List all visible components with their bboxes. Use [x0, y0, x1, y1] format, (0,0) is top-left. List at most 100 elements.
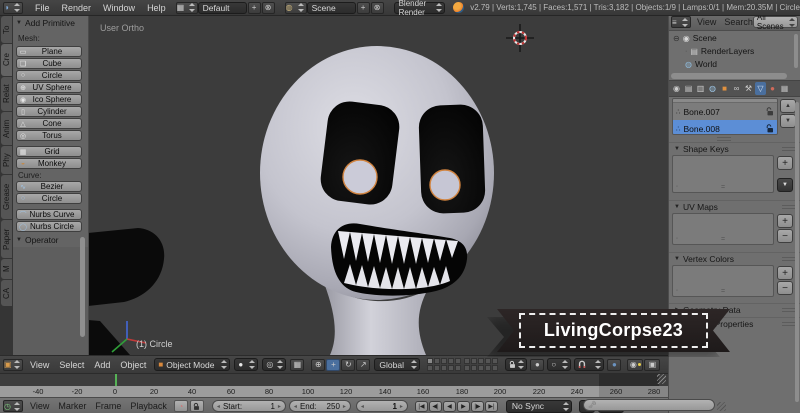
add-cone-button[interactable]: △ Cone — [16, 118, 82, 129]
menu-render[interactable]: Render — [62, 3, 92, 13]
add-layout-button[interactable]: + — [247, 1, 261, 14]
outliner-item-scene[interactable]: ⊖ ◉ Scene — [673, 33, 717, 43]
frame-end-field[interactable]: ◂ End: 250 ▸ — [288, 400, 351, 412]
right-eyeball-selected[interactable] — [429, 169, 461, 201]
snap-element-toggle[interactable]: ● — [607, 358, 622, 371]
menu-view[interactable]: View — [697, 17, 716, 27]
vertex-colors-list[interactable]: ◦ = — [672, 265, 774, 297]
scale-manipulator-button[interactable]: ↗ — [356, 358, 371, 371]
timeline-frame-ruler[interactable]: -40 -20 0 20 40 60 80 100 120 140 160 18… — [0, 386, 668, 397]
vertex-groups-list[interactable]: ∴ Bone.007 ∴ Bone.008 — [672, 98, 778, 135]
menu-object[interactable]: Object — [120, 360, 146, 370]
tab-m[interactable]: M — [1, 259, 12, 279]
jump-next-keyframe-button[interactable]: |▶ — [470, 400, 484, 412]
left-eyeball-selected[interactable] — [342, 159, 378, 195]
interaction-mode-select[interactable]: ■ Object Mode — [154, 358, 231, 371]
add-cylinder-button[interactable]: ▯ Cylinder — [16, 106, 82, 117]
jump-to-end-button[interactable]: ▶| — [484, 400, 498, 412]
tab-ca[interactable]: CA — [1, 280, 12, 306]
tab-scene[interactable]: ▥ — [695, 82, 706, 95]
tab-create[interactable]: Cre — [1, 44, 12, 76]
remove-vertex-color-button[interactable]: − — [777, 281, 793, 295]
vertex-group-row[interactable]: ∴ Bone.007 — [673, 103, 777, 120]
remove-uv-map-button[interactable]: − — [777, 229, 793, 243]
lock-to-scene-toggle[interactable] — [505, 358, 528, 371]
active-keying-set-field[interactable]: 🗝︎ — [583, 399, 715, 411]
add-nurbs-curve-button[interactable]: ⌒ Nurbs Curve — [16, 209, 82, 220]
timeline-corner-grip[interactable] — [657, 373, 666, 384]
outliner-display-filter-select[interactable]: All Scenes — [752, 13, 798, 31]
character-head[interactable] — [260, 46, 494, 355]
tab-paper[interactable]: Paper — [1, 220, 12, 258]
tab-modifiers[interactable]: ⚒ — [743, 82, 754, 95]
shape-keys-list[interactable]: ◦ = — [672, 155, 774, 193]
tab-animation[interactable]: Anim — [1, 112, 12, 145]
3d-viewport[interactable]: User Ortho (1) Circle — [88, 15, 668, 355]
increment-arrow[interactable]: ▸ — [343, 403, 346, 410]
open-lock-icon[interactable] — [766, 124, 774, 133]
opengl-render-image-button[interactable]: ◉ — [627, 358, 644, 371]
tab-material[interactable]: ● — [767, 82, 778, 95]
screen-layout-browse-button[interactable]: ▦ — [175, 1, 198, 14]
layers-grid-2[interactable] — [464, 358, 499, 371]
move-group-down-button[interactable]: ▼ — [780, 114, 796, 128]
properties-vertical-scrollbar[interactable] — [795, 102, 799, 402]
add-torus-button[interactable]: ◎ Torus — [16, 130, 82, 141]
menu-frame[interactable]: Frame — [95, 401, 121, 411]
menu-add[interactable]: Add — [94, 360, 110, 370]
lock-time-toggle[interactable] — [189, 400, 204, 412]
tab-render-layers[interactable]: ▤ — [683, 82, 694, 95]
outliner-vertical-scrollbar[interactable] — [794, 34, 798, 68]
add-nurbs-circle-button[interactable]: ◯ Nurbs Circle — [16, 221, 82, 232]
timeline-resize-grip[interactable] — [717, 402, 726, 411]
add-uv-sphere-button[interactable]: ⊕ UV Sphere — [16, 82, 82, 93]
menu-select[interactable]: Select — [59, 360, 84, 370]
frame-start-field[interactable]: ◂ Start: 1 ▸ — [211, 400, 286, 412]
shape-keys-panel-header[interactable]: ▼ Shape Keys — [669, 142, 800, 155]
tab-physics[interactable]: Phy — [1, 146, 12, 174]
transform-orientation-select[interactable]: Global — [374, 358, 421, 371]
outliner-item-renderlayers[interactable]: · ▤ RenderLayers — [685, 46, 754, 56]
uv-maps-panel-header[interactable]: ▼ UV Maps — [669, 200, 800, 213]
add-bezier-button[interactable]: ∿ Bezier — [16, 181, 82, 192]
layers-grid-1[interactable] — [427, 358, 462, 371]
decrement-arrow[interactable]: ◂ — [361, 403, 364, 410]
play-button[interactable]: ▶ — [456, 400, 470, 412]
toolshelf-scrollbar[interactable] — [80, 237, 85, 337]
increment-arrow[interactable]: ▸ — [278, 403, 281, 410]
menu-marker[interactable]: Marker — [58, 401, 86, 411]
current-frame-cursor[interactable] — [115, 372, 117, 386]
uv-maps-list[interactable]: ◦ = — [672, 213, 774, 245]
delete-layout-button[interactable]: ⊗ — [261, 1, 275, 14]
menu-help[interactable]: Help — [147, 3, 166, 13]
add-shape-key-button[interactable]: + — [777, 156, 793, 170]
render-engine-select[interactable]: Blender Render — [393, 0, 446, 17]
vertex-colors-panel-header[interactable]: ▼ Vertex Colors — [669, 252, 800, 265]
tab-constraints[interactable]: ∞ — [731, 82, 742, 95]
tab-texture[interactable]: ▦ — [779, 82, 790, 95]
use-preview-range-toggle[interactable]: ◔ — [173, 400, 188, 412]
menu-view[interactable]: View — [30, 401, 49, 411]
jump-prev-keyframe-button[interactable]: ◀| — [428, 400, 442, 412]
outliner-horizontal-scrollbar[interactable] — [671, 73, 787, 79]
manipulator-toggle[interactable]: ⊕ — [311, 358, 326, 371]
menu-window[interactable]: Window — [103, 3, 135, 13]
add-curve-circle-button[interactable]: ○ Circle — [16, 193, 82, 204]
add-scene-button[interactable]: + — [356, 1, 370, 14]
move-group-up-button[interactable]: ▲ — [780, 99, 796, 113]
timeline-track-area[interactable] — [0, 372, 668, 386]
viewport-shading-select[interactable]: ● — [234, 358, 259, 371]
add-circle-button[interactable]: ○ Circle — [16, 70, 82, 81]
translate-manipulator-button[interactable]: + — [326, 358, 341, 371]
scene-browse-button[interactable]: ◍ — [284, 1, 307, 14]
operator-panel-header[interactable]: ▼ Operator — [13, 235, 59, 245]
add-monkey-button[interactable]: ◒ Monkey — [16, 158, 82, 169]
add-plane-button[interactable]: ▭ Plane — [16, 46, 82, 57]
menu-playback[interactable]: Playback — [130, 401, 167, 411]
editor-type-timeline-button[interactable]: ◷ — [3, 400, 23, 412]
rotate-manipulator-button[interactable]: ↻ — [341, 358, 356, 371]
tab-render[interactable]: ◉ — [671, 82, 682, 95]
jump-to-start-button[interactable]: |◀ — [414, 400, 428, 412]
current-frame-field[interactable]: ◂ 1 ▸ — [355, 400, 408, 412]
render-only-toggle[interactable]: ● — [530, 358, 545, 371]
